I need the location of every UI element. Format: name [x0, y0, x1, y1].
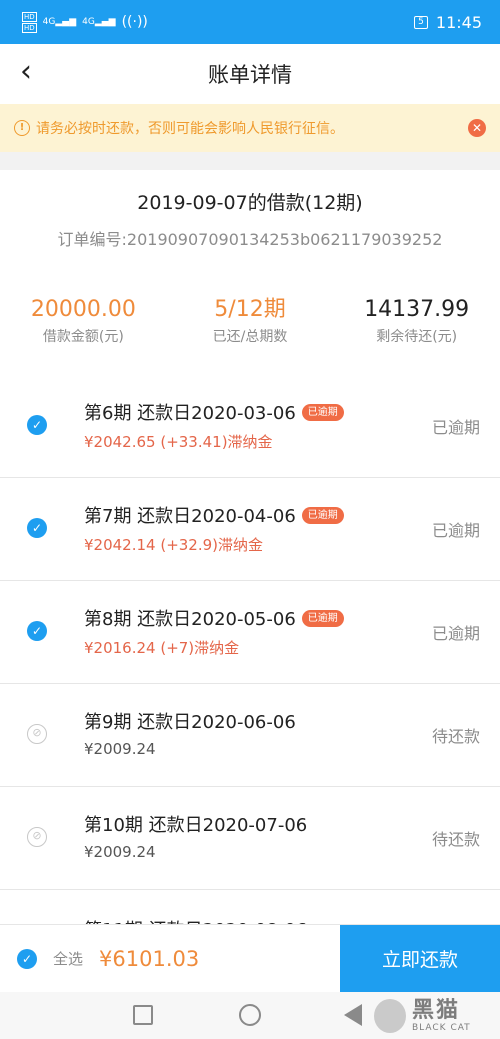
chevron-left-icon[interactable]: ‹	[20, 57, 50, 88]
installment-amount: ¥2009.24	[84, 740, 156, 758]
loan-stats: 20000.00 借款金额(元) 5/12期 已还/总期数 14137.99 剩…	[0, 296, 500, 346]
net1-label: 4G	[42, 17, 56, 27]
page-title: 账单详情	[208, 63, 292, 87]
installment-title: 第10期 还款日2020-07-06	[84, 815, 308, 836]
loan-title: 2019-09-07的借款(12期)	[137, 192, 363, 214]
total-amount: ¥6101.03	[99, 946, 200, 971]
installment-list: ✓ 第6期 还款日2020-03-06 已逾期 ¥2042.65 (+33.41)…	[0, 375, 500, 993]
checkbox-checked-icon[interactable]: ✓	[27, 621, 47, 641]
overdue-badge: 已逾期	[301, 403, 344, 421]
installment-title: 第6期 还款日2020-03-06 已逾期	[84, 399, 344, 425]
installment-title: 第8期 还款日2020-05-06 已逾期	[84, 605, 344, 631]
installment-row[interactable]: ⊘ 第10期 还款日2020-07-06 ¥2009.24 待还款	[0, 787, 500, 890]
select-all-checkbox-icon[interactable]: ✓	[17, 948, 37, 969]
stat-loan-amount-label: 借款金额(元)	[42, 329, 124, 345]
overdue-badge: 已逾期	[301, 609, 344, 627]
installment-title-text: 第6期 还款日2020-03-06	[84, 403, 296, 424]
net1-signal-icon: 4G▂▄▆	[42, 17, 77, 27]
installment-title-text: 第8期 还款日2020-05-06	[84, 609, 296, 630]
installment-amount: ¥2009.24	[84, 843, 156, 861]
installment-status: 待还款	[431, 830, 480, 849]
checkbox-checked-icon[interactable]: ✓	[27, 415, 47, 435]
stat-loan-amount-value: 20000.00	[30, 297, 136, 322]
stat-remaining-label: 剩余待还(元)	[376, 329, 458, 345]
square-icon[interactable]	[133, 1005, 153, 1025]
installment-amount: ¥2042.14 (+32.9)滞纳金	[84, 536, 264, 554]
status-right: 5 11:45	[414, 13, 482, 32]
watermark-logo: 黑猫 BLACK CAT	[374, 994, 494, 1038]
pay-now-button[interactable]: 立即还款	[340, 924, 500, 993]
net2-signal-icon: 4G▂▄▆	[82, 17, 116, 27]
checkbox-checked-icon[interactable]: ✓	[27, 518, 47, 538]
overdue-badge: 已逾期	[301, 506, 344, 524]
info-circle-icon: !	[14, 120, 30, 136]
installment-amount: ¥2042.65 (+33.41)滞纳金	[84, 433, 273, 451]
installment-title: 第7期 还款日2020-04-06 已逾期	[84, 502, 344, 528]
watermark-cn: 黑猫	[412, 998, 461, 1023]
stat-periods-label: 已还/总期数	[212, 329, 288, 345]
stat-periods-value: 5/12期	[214, 297, 286, 322]
select-all-label[interactable]: 全选	[53, 948, 83, 969]
cat-logo-icon	[374, 999, 406, 1033]
installment-title-text: 第7期 还款日2020-04-06	[84, 506, 296, 527]
installment-title: 第9期 还款日2020-06-06	[84, 712, 296, 733]
order-number: 订单编号:20190907090134253b0621179039252	[57, 230, 443, 249]
net2-label: 4G	[82, 17, 95, 27]
installment-amount: ¥2016.24 (+7)滞纳金	[84, 639, 240, 657]
nav-bar: ‹ 账单详情	[0, 44, 500, 104]
close-icon[interactable]: ✕	[468, 119, 486, 137]
circle-icon[interactable]	[239, 1004, 261, 1026]
loan-summary: 2019-09-07的借款(12期) 订单编号:2019090709013425…	[0, 170, 500, 410]
watermark-text: 黑猫 BLACK CAT	[412, 998, 471, 1034]
installment-status: 待还款	[431, 727, 480, 746]
stat-loan-amount: 20000.00 借款金额(元)	[0, 296, 167, 346]
battery-icon: 5	[414, 15, 428, 29]
clock: 11:45	[435, 12, 482, 32]
installment-row[interactable]: ✓ 第8期 还款日2020-05-06 已逾期 ¥2016.24 (+7)滞纳金 …	[0, 581, 500, 684]
installment-row[interactable]: ✓ 第6期 还款日2020-03-06 已逾期 ¥2042.65 (+33.41)…	[0, 375, 500, 478]
notice-text: 请务必按时还款，否则可能会影响人民银行征信。	[36, 121, 344, 137]
triangle-back-icon[interactable]	[344, 1004, 362, 1026]
watermark-en: BLACK CAT	[412, 1023, 471, 1033]
stat-periods: 5/12期 已还/总期数	[167, 296, 334, 346]
status-bar: HD HD 4G▂▄▆ 4G▂▄▆ ((·)) 5 11:45	[0, 0, 500, 44]
installment-row[interactable]: ⊘ 第9期 还款日2020-06-06 ¥2009.24 待还款	[0, 684, 500, 787]
checkbox-disabled-icon: ⊘	[27, 724, 47, 744]
status-left: HD HD 4G▂▄▆ 4G▂▄▆ ((·))	[22, 11, 148, 33]
sim2-icon: HD	[22, 22, 37, 33]
stat-remaining-value: 14137.99	[364, 297, 470, 322]
wifi-icon: ((·))	[121, 14, 148, 30]
notice-banner: ! 请务必按时还款，否则可能会影响人民银行征信。 ✕	[0, 104, 500, 152]
sim-indicators: HD HD	[22, 11, 37, 33]
stat-remaining: 14137.99 剩余待还(元)	[333, 296, 500, 346]
sim1-icon: HD	[22, 11, 37, 22]
checkbox-disabled-icon: ⊘	[27, 827, 47, 847]
installment-status: 已逾期	[431, 418, 480, 437]
installment-status: 已逾期	[431, 521, 480, 540]
installment-row[interactable]: ✓ 第7期 还款日2020-04-06 已逾期 ¥2042.14 (+32.9)滞…	[0, 478, 500, 581]
bottom-bar: ✓ 全选 ¥6101.03 立即还款	[0, 924, 500, 993]
installment-status: 已逾期	[431, 624, 480, 643]
